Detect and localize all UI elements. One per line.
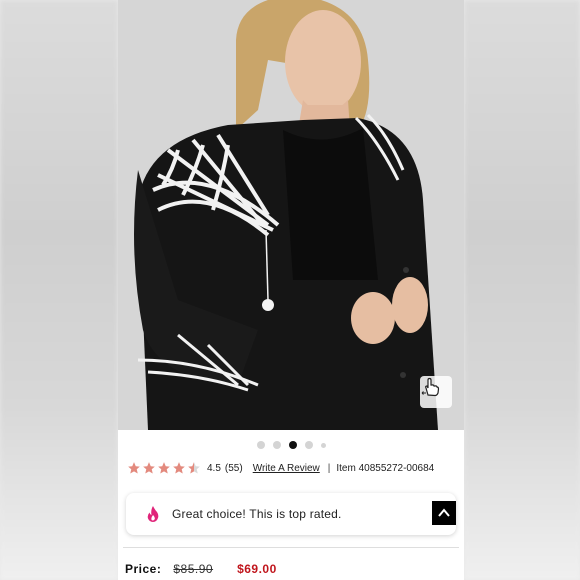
rating-row: 4.5 (55) Write A Review | Item 40855272-…: [127, 458, 457, 478]
sale-price: $69.00: [237, 562, 277, 576]
star-icon: [173, 462, 185, 474]
pagination-dot[interactable]: [256, 441, 265, 449]
image-pagination: [118, 440, 464, 450]
top-rated-message: Great choice! This is top rated.: [172, 507, 342, 521]
review-count: (55): [224, 462, 243, 474]
back-to-top-button[interactable]: [432, 501, 456, 525]
star-half-icon: [188, 462, 200, 474]
price-label: Price:: [125, 562, 162, 576]
top-rated-banner: Great choice! This is top rated.: [126, 493, 456, 535]
write-review-link[interactable]: Write A Review: [253, 463, 320, 474]
star-icon: [158, 462, 170, 474]
pagination-dot-active[interactable]: [288, 441, 297, 449]
flame-icon: [146, 505, 160, 523]
product-photo-illustration: [118, 0, 464, 430]
product-page: 4.5 (55) Write A Review | Item 40855272-…: [118, 0, 464, 580]
hand-pointer-icon: [421, 377, 440, 397]
divider: [123, 547, 459, 548]
zoom-button[interactable]: [420, 376, 452, 408]
background-left-blur: [0, 0, 118, 580]
star-icon: [143, 462, 155, 474]
star-rating[interactable]: [127, 461, 201, 475]
item-number: Item 40855272-00684: [336, 462, 435, 474]
price-row: Price: $85.90 $69.00: [125, 561, 277, 577]
pagination-dot[interactable]: [304, 441, 313, 449]
rating-score: 4.5: [207, 462, 221, 474]
product-image[interactable]: [118, 0, 464, 430]
background-right-blur: [464, 0, 580, 580]
star-icon: [128, 462, 140, 474]
chevron-up-icon: [438, 508, 450, 517]
pagination-dot[interactable]: [320, 442, 326, 448]
pagination-dot[interactable]: [272, 441, 281, 449]
separator: |: [327, 462, 331, 474]
original-price: $85.90: [173, 562, 214, 576]
